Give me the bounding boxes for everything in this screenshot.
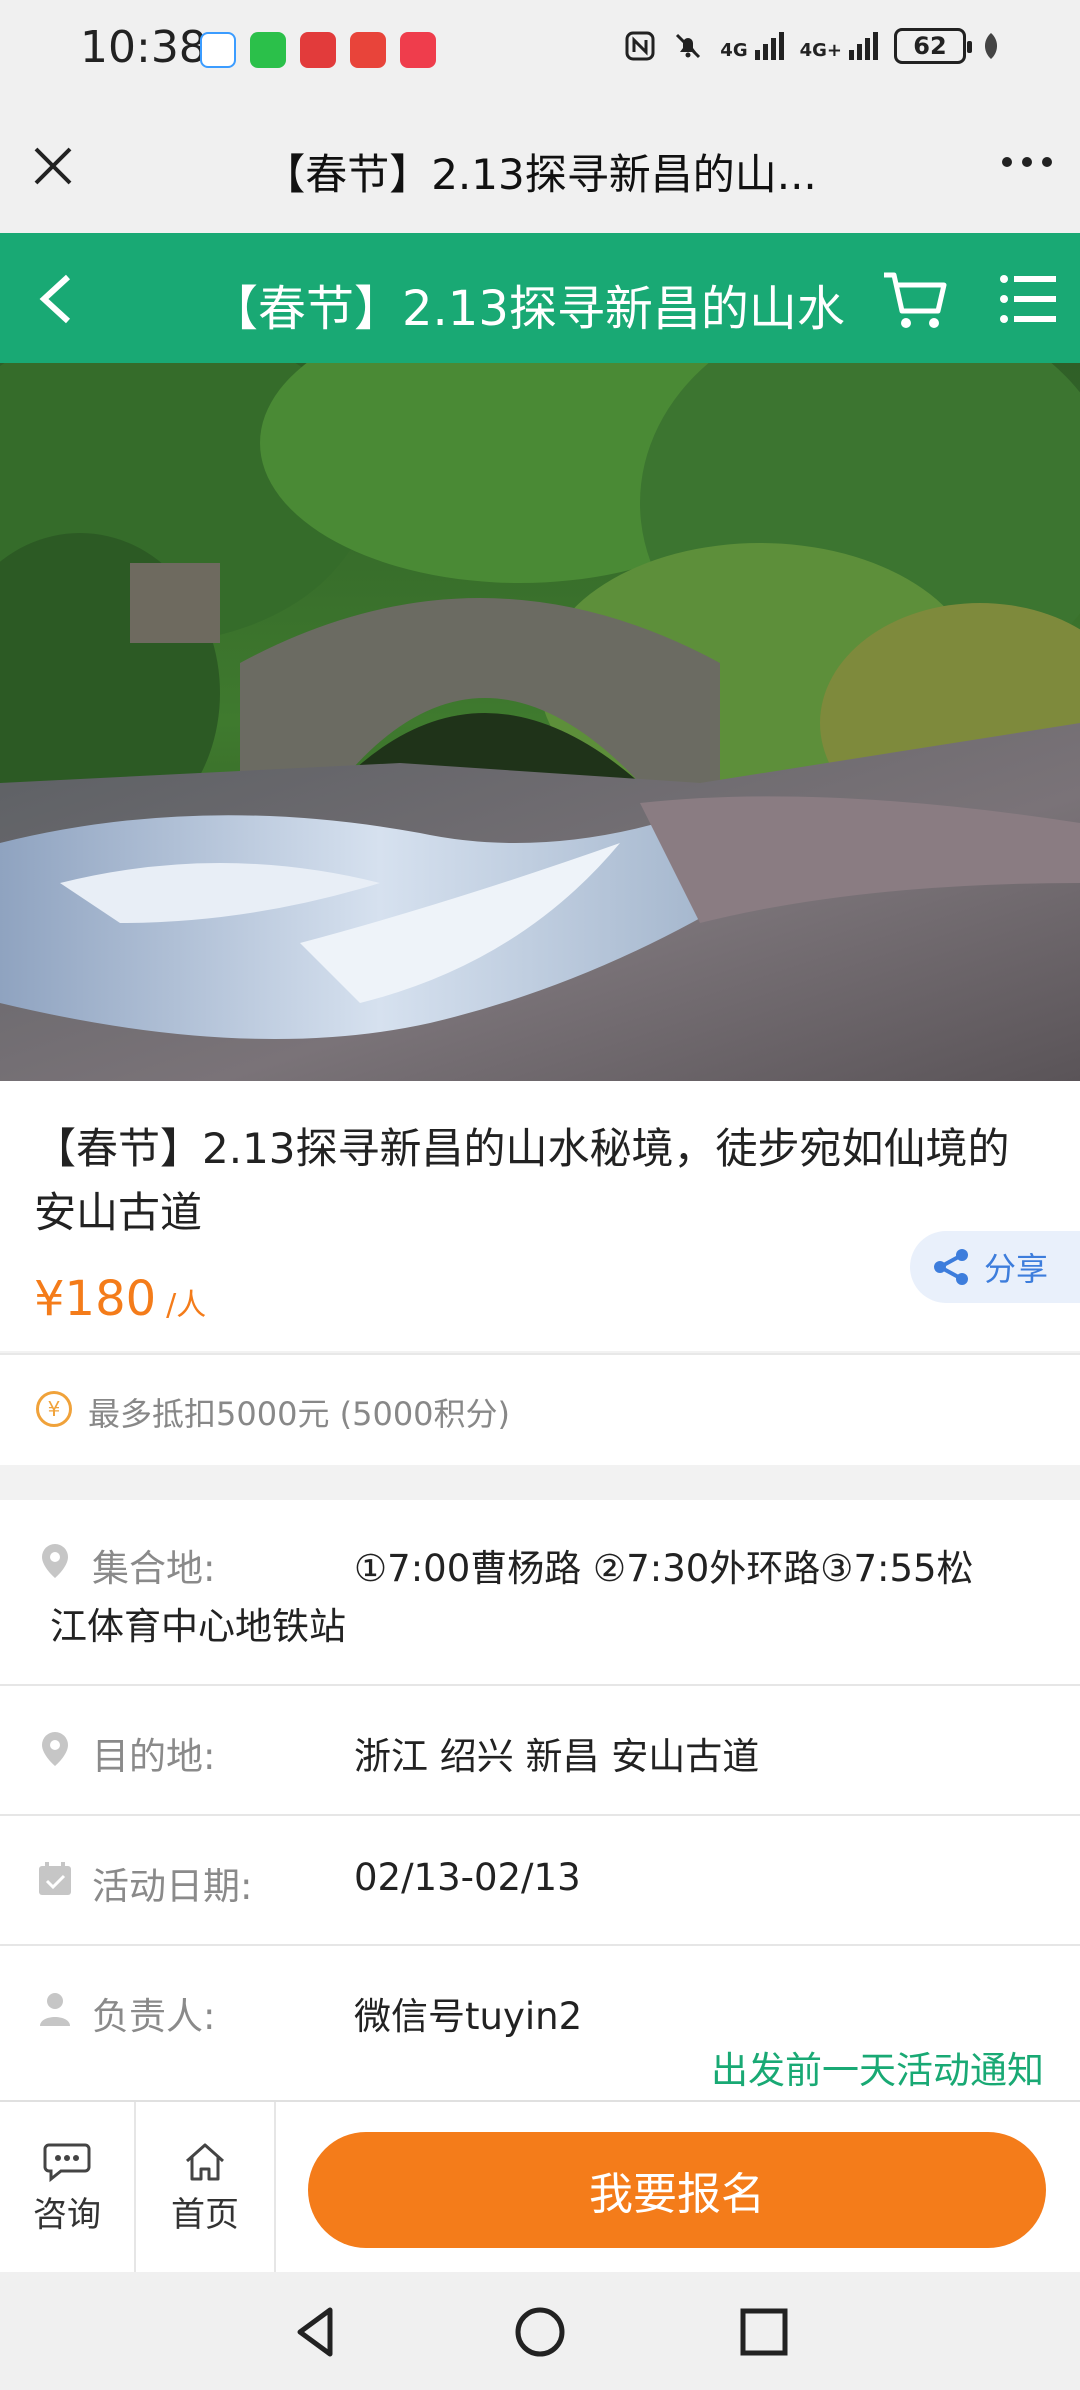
- date-label: 活动日期:: [92, 1865, 253, 1908]
- detail-row-meeting: 集合地: ①7:00曹杨路 ②7:30外环路③7:55松 江体育中心地铁站: [0, 1500, 1080, 1686]
- meeting-label: 集合地:: [92, 1547, 216, 1590]
- calendar-icon: [39, 1862, 71, 1895]
- consult-button[interactable]: 咨询: [0, 2102, 136, 2274]
- page-title: 【春节】2.13探寻新昌的山水: [210, 281, 845, 337]
- location-pin-icon: [42, 1544, 68, 1578]
- departure-notice: 出发前一天活动通知: [711, 2049, 1044, 2092]
- meeting-value-line1: ①7:00曹杨路 ②7:30外环路③7:55松: [354, 1547, 974, 1590]
- close-icon[interactable]: [28, 141, 78, 191]
- browser-title: 【春节】2.13探寻新昌的山...: [263, 150, 817, 199]
- detail-row-destination: 目的地: 浙江 绍兴 新昌 安山古道: [0, 1686, 1080, 1816]
- app-header: 【春节】2.13探寻新昌的山水: [0, 233, 1080, 363]
- activity-details: 集合地: ①7:00曹杨路 ②7:30外环路③7:55松 江体育中心地铁站 目的…: [0, 1500, 1080, 2100]
- price-value: ¥180: [34, 1271, 157, 1327]
- signal-2-icon: 4G+: [800, 32, 878, 60]
- price-unit: /人: [166, 1288, 207, 1323]
- coin-icon: ¥: [36, 1391, 72, 1427]
- points-deduction: ¥ 最多抵扣5000元 (5000积分): [0, 1353, 1080, 1465]
- menu-icon[interactable]: [998, 271, 1058, 327]
- signal-1-icon: 4G: [720, 32, 784, 61]
- status-time: 10:38: [80, 22, 207, 73]
- wechat-notification-icon: [250, 32, 286, 68]
- share-button[interactable]: 分享: [910, 1231, 1080, 1303]
- home-button[interactable]: 首页: [136, 2102, 276, 2274]
- home-icon: [186, 2143, 224, 2180]
- person-icon: [40, 1993, 70, 2026]
- consult-label: 咨询: [33, 2194, 101, 2235]
- nav-home-icon[interactable]: [510, 2302, 570, 2362]
- leader-value: 微信号tuyin2: [354, 1995, 583, 2038]
- location-pin-icon: [42, 1732, 68, 1766]
- app2-notification-icon: [400, 32, 436, 68]
- nav-back-icon[interactable]: [286, 2302, 346, 2362]
- cart-icon[interactable]: [880, 267, 950, 333]
- status-bar: 10:38 4G 4G+ 62: [0, 0, 1080, 105]
- network-type-2: 4G+: [799, 40, 842, 61]
- destination-value: 浙江 绍兴 新昌 安山古道: [354, 1735, 760, 1778]
- share-label: 分享: [984, 1250, 1049, 1288]
- status-indicators: 4G 4G+ 62: [624, 28, 1000, 64]
- detail-row-date: 活动日期: 02/13-02/13: [0, 1816, 1080, 1946]
- home-label: 首页: [171, 2194, 239, 2235]
- wechat-browser-bar: 【春节】2.13探寻新昌的山...: [0, 105, 1080, 233]
- product-info: 【春节】2.13探寻新昌的山水秘境，徒步宛如仙境的安山古道 ¥180 /人 分享: [0, 1081, 1080, 1351]
- network-type-1: 4G: [720, 40, 748, 61]
- nav-recents-icon[interactable]: [734, 2302, 794, 2362]
- signup-button[interactable]: 我要报名: [308, 2132, 1046, 2248]
- points-text: 最多抵扣5000元 (5000积分): [88, 1395, 511, 1433]
- chat-bubble-icon: [43, 2143, 91, 2182]
- battery-icon: 62: [894, 28, 972, 64]
- hero-landscape-image: [0, 363, 1080, 1081]
- qq-notification-icon: [200, 32, 236, 68]
- leader-label: 负责人:: [92, 1995, 216, 2038]
- system-nav-bar: [0, 2272, 1080, 2390]
- destination-label: 目的地:: [92, 1735, 216, 1778]
- share-icon: [934, 1249, 968, 1285]
- date-value: 02/13-02/13: [354, 1856, 581, 1899]
- battery-level: 62: [913, 32, 947, 60]
- meeting-value-line2: 江体育中心地铁站: [50, 1605, 346, 1648]
- product-title: 【春节】2.13探寻新昌的山水秘境，徒步宛如仙境的安山古道: [34, 1124, 1010, 1237]
- back-arrow-icon[interactable]: [28, 269, 84, 329]
- bottom-action-bar: 咨询 首页 我要报名: [0, 2100, 1080, 2274]
- notification-icons: [200, 32, 436, 68]
- mute-icon: [676, 33, 701, 59]
- leaf-icon: [984, 33, 998, 59]
- price-row: ¥180 /人: [34, 1271, 206, 1327]
- huawei-notification-icon: [350, 32, 386, 68]
- more-options-icon[interactable]: [1002, 157, 1052, 167]
- app-notification-icon: [300, 32, 336, 68]
- nfc-icon: [625, 31, 655, 61]
